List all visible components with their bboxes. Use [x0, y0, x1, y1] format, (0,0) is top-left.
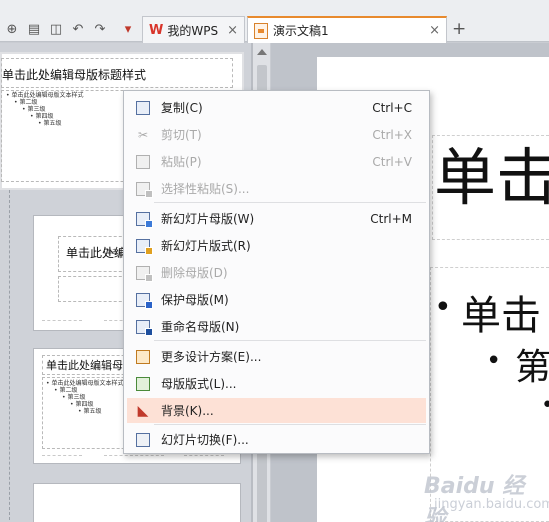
watermark-logo: Baidu 经验 [424, 474, 525, 522]
thumb-line: • 第二级 [14, 99, 38, 106]
menu-item-rename-master[interactable]: 重命名母版(N) [127, 314, 426, 339]
footer-placeholder [42, 455, 82, 461]
tab-presentation[interactable]: 演示文稿1 × [247, 16, 447, 43]
tab-my-wps[interactable]: W 我的WPS × [142, 16, 245, 43]
thumbnail-layout-4[interactable] [33, 483, 241, 522]
thumb-line: • 第五级 [38, 120, 62, 127]
thumb-line: • 第五级 [78, 408, 102, 415]
footer-placeholder [42, 320, 82, 326]
close-icon[interactable]: × [429, 23, 440, 38]
slide-title: 单击 [434, 141, 549, 214]
bullet-icon: • [434, 290, 452, 325]
body-line-2: 第 [515, 347, 549, 388]
thumb-line: • 单击此处编辑母版文本样式 [46, 380, 124, 387]
rename-master-icon [135, 319, 153, 336]
tab-label: 演示文稿1 [273, 24, 329, 38]
menu-separator [154, 340, 426, 341]
bullet-icon: • [486, 346, 502, 376]
thumb-line: • 单击此处编辑母版文本样式 [6, 92, 84, 99]
paste-icon [135, 154, 151, 170]
tab-label: 我的WPS [167, 23, 219, 38]
menu-separator [154, 424, 426, 425]
wps-logo-icon: W [149, 22, 164, 38]
new-layout-icon [135, 238, 153, 255]
scroll-up-icon[interactable] [257, 49, 267, 55]
new-icon[interactable]: ⊕ [4, 21, 20, 37]
tree-guide-line [9, 190, 10, 520]
background-icon: ◣ [137, 402, 149, 419]
title-tab-bar: ⊕ ▤ ◫ ↶ ↷ ▾ W 我的WPS × 演示文稿1 × + [0, 0, 549, 43]
preview-icon[interactable]: ◫ [48, 21, 64, 37]
menu-item-paste-special[interactable]: 选择性粘贴(S)... [127, 176, 426, 201]
new-master-icon [135, 211, 153, 228]
watermark-url: jingyan.baidu.com [434, 497, 549, 512]
redo-icon[interactable]: ↷ [92, 21, 108, 37]
thumb-line: • 第三级 [62, 394, 86, 401]
thumb-line: • 第三级 [22, 106, 46, 113]
transition-icon [135, 432, 151, 448]
menu-item-slide-transition[interactable]: 幻灯片切换(F)... [127, 427, 426, 452]
add-tab-button[interactable]: + [452, 19, 466, 39]
undo-icon[interactable]: ↶ [70, 21, 86, 37]
menu-item-new-layout[interactable]: 新幻灯片版式(R) [127, 233, 426, 258]
body-line-1: 单击 [461, 293, 541, 339]
cut-icon: ✂ [137, 127, 149, 142]
menu-item-background[interactable]: ◣ 背景(K)... [127, 398, 426, 423]
menu-item-paste[interactable]: 粘贴(P) Ctrl+V [127, 149, 426, 174]
menu-separator [154, 202, 426, 203]
thumb-line: • 第二级 [54, 387, 78, 394]
footer-placeholder [184, 455, 224, 461]
menu-item-copy[interactable]: 复制(C) Ctrl+C [127, 95, 426, 120]
paste-special-icon [135, 181, 153, 198]
presentation-icon [254, 22, 268, 39]
delete-master-icon [135, 265, 153, 282]
master-layout-icon [135, 376, 151, 392]
context-menu: 复制(C) Ctrl+C ✂ 剪切(T) Ctrl+X 粘贴(P) Ctrl+V… [123, 90, 430, 454]
close-icon[interactable]: × [227, 23, 238, 38]
thumb-title: 单击此处编辑母版 [46, 359, 134, 372]
baidu-watermark: Baidu 经验 jingyan.baidu.com [416, 468, 549, 522]
menu-item-new-master[interactable]: 新幻灯片母版(W) Ctrl+M [127, 206, 426, 231]
menu-item-protect-master[interactable]: 保护母版(M) [127, 287, 426, 312]
thumb-title: 单击此处编辑母版标题样式 [2, 68, 147, 82]
design-icon [135, 349, 151, 365]
menu-item-cut[interactable]: ✂ 剪切(T) Ctrl+X [127, 122, 426, 147]
footer-placeholder [104, 455, 164, 461]
menu-item-more-designs[interactable]: 更多设计方案(E)... [127, 344, 426, 369]
print-icon[interactable]: ▤ [26, 21, 42, 37]
copy-icon [135, 100, 151, 116]
thumb-line: • 第四级 [70, 401, 94, 408]
dropdown-icon[interactable]: ▾ [120, 21, 136, 37]
body-line-3: • [541, 393, 549, 418]
menu-item-master-layout[interactable]: 母版版式(L)... [127, 371, 426, 396]
thumb-line: • 第四级 [30, 113, 54, 120]
protect-master-icon [135, 292, 153, 309]
menu-item-delete-master[interactable]: 删除母版(D) [127, 260, 426, 285]
